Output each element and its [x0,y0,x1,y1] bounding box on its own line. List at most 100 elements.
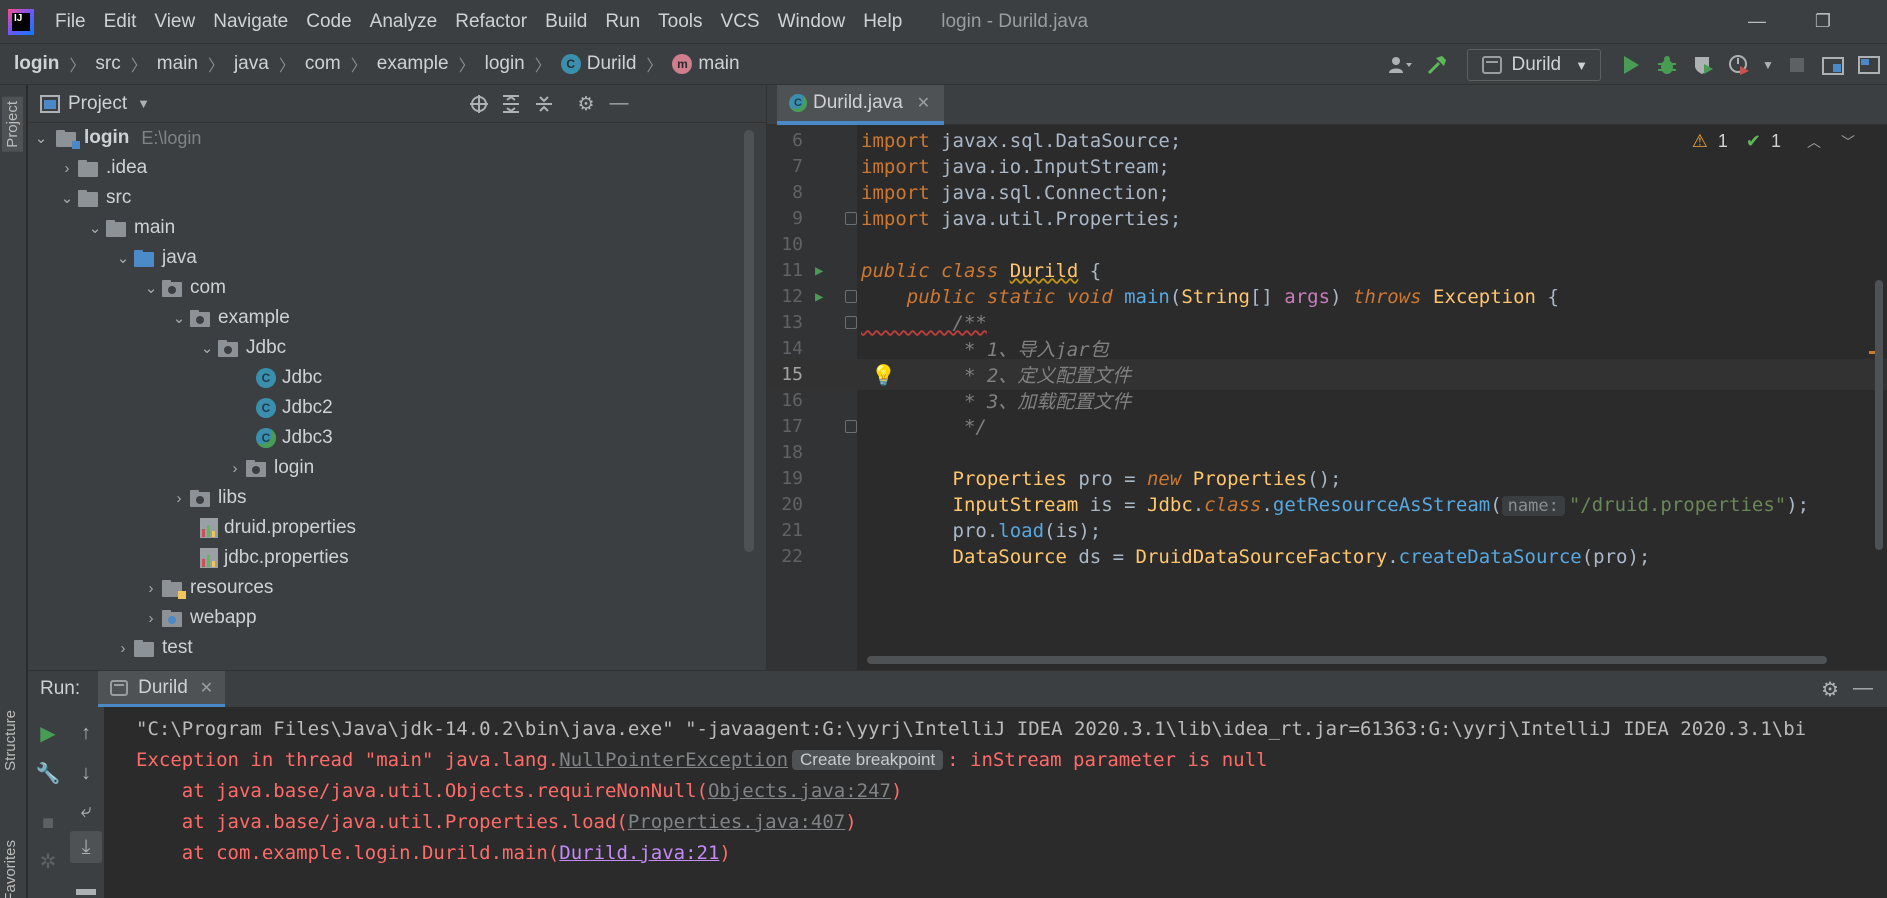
menu-code[interactable]: Code [297,11,360,33]
menu-vcs[interactable]: VCS [712,11,769,33]
chevron-right-icon[interactable]: › [140,580,162,597]
chevron-right-icon[interactable]: › [140,610,162,627]
gear-icon[interactable]: ⚙ [1821,677,1839,702]
tree-node-jdbc-properties[interactable]: jdbc.properties [28,543,748,573]
chevron-down-icon[interactable]: ⌄ [30,129,52,147]
tree-node-java[interactable]: ⌄ java [28,243,748,273]
close-icon[interactable]: ✕ [200,678,213,698]
profile-icon[interactable] [1721,47,1757,83]
exception-link[interactable]: NullPointerException [559,749,788,771]
gear-icon[interactable]: ⚙ [573,91,599,117]
breadcrumb-method[interactable]: m main [672,53,740,75]
rerun-icon[interactable]: ▶ [32,717,64,749]
tree-node-login-package[interactable]: › login [28,453,748,483]
project-tool-window-button[interactable]: Project [2,97,23,152]
tree-node-resources[interactable]: › resources [28,573,748,603]
soft-wrap-icon[interactable]: ⤶ [70,795,102,827]
minimize-button[interactable]: — [1727,0,1787,43]
chevron-down-icon[interactable]: ⌄ [196,339,218,357]
breadcrumb-com[interactable]: com [305,53,341,75]
chevron-down-icon[interactable]: ﹀ [1841,132,1855,152]
tree-node-main[interactable]: ⌄ main [28,213,748,243]
favorites-tool-window-button[interactable]: Favorites [2,840,19,898]
tree-node-webapp[interactable]: › webapp [28,603,748,633]
tree-node-libs[interactable]: › libs [28,483,748,513]
tree-node-druid-properties[interactable]: druid.properties [28,513,748,543]
project-panel-title[interactable]: Project [68,93,127,115]
tree-node-project-root[interactable]: ⌄ login E:\login [28,123,748,153]
fold-icon[interactable] [845,420,857,433]
tree-node-jdbc2-class[interactable]: C Jdbc2 [28,393,748,423]
scroll-to-end-icon[interactable]: ⤓ [70,831,102,863]
chevron-down-icon[interactable]: ▼ [137,96,150,111]
expand-all-icon[interactable] [498,91,524,117]
menu-navigate[interactable]: Navigate [204,11,297,33]
stacktrace-link[interactable]: Properties.java:407 [628,811,845,833]
chevron-down-icon[interactable]: ⌄ [168,309,190,327]
run-configuration-select[interactable]: Durild ▼ [1466,49,1601,81]
menu-help[interactable]: Help [854,11,911,33]
tree-node-idea[interactable]: › .idea [28,153,748,183]
chevron-down-icon[interactable]: ⌄ [84,219,106,237]
tree-node-test[interactable]: › test [28,633,748,663]
chevron-right-icon[interactable]: › [112,640,134,657]
inspection-widget[interactable]: ⚠ 1 ✔ 1 ︿ ﹀ [1692,131,1855,152]
debug-icon[interactable] [1649,47,1685,83]
breadcrumb-example[interactable]: example [377,53,449,75]
menu-edit[interactable]: Edit [95,11,146,33]
menu-tools[interactable]: Tools [649,11,711,33]
menu-file[interactable]: File [46,11,95,33]
hide-panel-icon[interactable]: — [1853,677,1873,700]
run-tab-durild[interactable]: Durild ✕ [98,671,226,707]
structure-tool-window-button[interactable]: Structure [2,710,19,771]
arrow-down-icon[interactable]: ↓ [70,757,102,789]
chevron-down-icon[interactable]: ⌄ [112,249,134,267]
fold-icon[interactable] [845,290,857,303]
tree-node-jdbc-class[interactable]: C Jdbc [28,363,748,393]
tree-node-jdbc-package[interactable]: ⌄ Jdbc [28,333,748,363]
editor-vertical-scrollbar[interactable] [1875,280,1883,550]
console-output[interactable]: "C:\Program Files\Java\jdk-14.0.2\bin\ja… [104,707,1887,898]
tree-scrollbar[interactable] [744,130,754,552]
debug-icon[interactable]: ✲ [32,845,64,877]
stacktrace-link[interactable]: Durild.java:21 [559,842,719,864]
chevron-down-icon[interactable]: ⌄ [140,279,162,297]
project-structure-icon[interactable] [1815,47,1851,83]
editor-horizontal-scrollbar[interactable] [867,656,1827,664]
collapse-all-icon[interactable] [531,91,557,117]
breadcrumb-login-package[interactable]: login [485,53,525,75]
menu-view[interactable]: View [145,11,204,33]
build-hammer-icon[interactable] [1419,47,1455,83]
chevron-right-icon[interactable]: › [56,160,78,177]
fold-icon[interactable] [845,212,857,225]
tree-node-com[interactable]: ⌄ com [28,273,748,303]
hide-panel-icon[interactable]: — [606,91,632,117]
breadcrumb-project[interactable]: login [14,53,59,75]
chevron-up-icon[interactable]: ︿ [1807,132,1821,152]
tree-node-example[interactable]: ⌄ example [28,303,748,333]
run-gutter-icon[interactable]: ▶ [815,289,823,305]
menu-refactor[interactable]: Refactor [446,11,536,33]
wrench-icon[interactable]: 🔧 [32,757,64,789]
fold-icon[interactable] [845,316,857,329]
run-gutter-icon[interactable]: ▶ [815,263,823,279]
account-icon[interactable] [1383,47,1419,83]
menu-analyze[interactable]: Analyze [361,11,447,33]
breadcrumb-main[interactable]: main [157,53,198,75]
close-icon[interactable]: ✕ [917,93,930,113]
arrow-up-icon[interactable]: ↑ [70,717,102,749]
locate-icon[interactable] [466,91,492,117]
print-icon[interactable]: ▬ [70,873,102,898]
breadcrumb-class[interactable]: C Durild [560,53,636,75]
layout-icon[interactable] [1851,47,1887,83]
chevron-right-icon[interactable]: › [168,490,190,507]
restore-button[interactable]: ❐ [1793,0,1853,43]
breadcrumb-java[interactable]: java [234,53,269,75]
stop-icon[interactable] [1779,47,1815,83]
chevron-right-icon[interactable]: › [224,460,246,477]
coverage-icon[interactable] [1685,47,1721,83]
stop-icon[interactable]: ■ [32,807,64,839]
stacktrace-link[interactable]: Objects.java:247 [708,780,891,802]
code-area[interactable]: 6 import javax.sql.DataSource; 7 import … [767,125,1887,670]
chevron-down-icon[interactable]: ⌄ [56,189,78,207]
